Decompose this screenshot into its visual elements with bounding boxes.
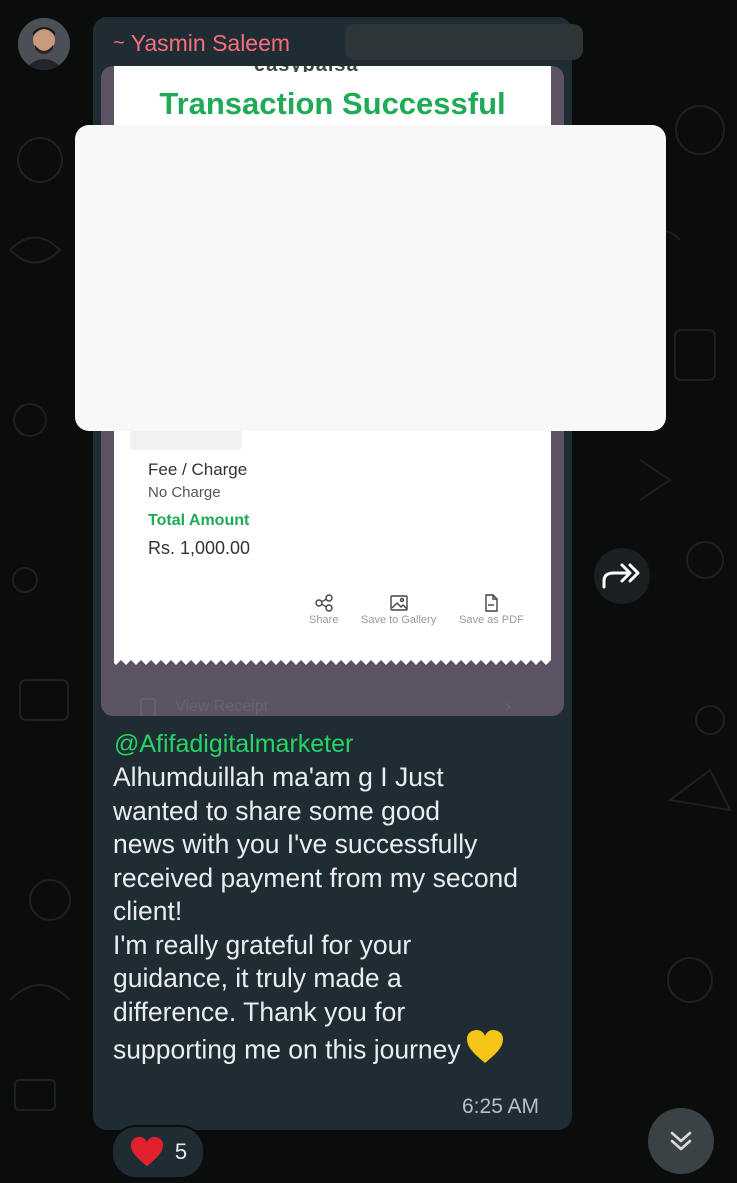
fee-label: Fee / Charge bbox=[148, 460, 248, 479]
save-to-gallery-label: Save to Gallery bbox=[361, 614, 437, 626]
save-as-pdf-label: Save as PDF bbox=[459, 614, 524, 626]
message-text: Alhumduillah ma'am g I Just wanted to sh… bbox=[113, 761, 563, 1074]
receipt-torn-edge bbox=[114, 656, 551, 665]
forward-icon bbox=[602, 563, 640, 589]
receipt-icon bbox=[140, 698, 156, 716]
sender-header: ~ Yasmin Saleem bbox=[113, 28, 290, 58]
save-to-gallery-action[interactable]: Save to Gallery bbox=[361, 594, 436, 626]
fee-value: No Charge bbox=[148, 484, 221, 501]
double-chevron-down-icon bbox=[670, 1131, 692, 1151]
sender-phone-redacted bbox=[345, 24, 583, 60]
total-amount-value: Rs. 1,000.00 bbox=[148, 538, 251, 558]
redaction-overlay bbox=[75, 125, 666, 431]
redacted-field bbox=[130, 430, 242, 450]
view-receipt-link[interactable]: View Receipt bbox=[175, 698, 268, 716]
yellow-heart-icon bbox=[465, 1029, 505, 1074]
share-action[interactable]: Share bbox=[309, 594, 338, 626]
sender-avatar[interactable] bbox=[18, 18, 70, 70]
reaction-count: 5 bbox=[174, 1139, 188, 1164]
transaction-title: Transaction Successful bbox=[159, 86, 506, 121]
gallery-icon bbox=[389, 595, 408, 611]
red-heart-icon bbox=[130, 1136, 163, 1167]
mention-link[interactable]: @Afifadigitalmarketer bbox=[114, 730, 353, 759]
pdf-icon bbox=[485, 594, 499, 612]
share-icon bbox=[314, 594, 333, 612]
save-as-pdf-action[interactable]: Save as PDF bbox=[459, 594, 524, 626]
forward-button[interactable] bbox=[594, 548, 650, 604]
brand-logo-text: easypaisa bbox=[254, 66, 414, 72]
message-body: Alhumduillah ma'am g I Just wanted to sh… bbox=[113, 762, 519, 1065]
scroll-to-bottom-button[interactable] bbox=[648, 1108, 714, 1174]
share-label: Share bbox=[309, 614, 339, 626]
sender-name[interactable]: Yasmin Saleem bbox=[131, 30, 290, 57]
sender-prefix: ~ bbox=[113, 31, 125, 54]
chevron-right-icon: › bbox=[505, 696, 511, 716]
message-timestamp: 6:25 AM bbox=[462, 1095, 540, 1118]
reaction-pill[interactable]: 5 bbox=[111, 1125, 205, 1179]
total-amount-label: Total Amount bbox=[148, 512, 250, 529]
